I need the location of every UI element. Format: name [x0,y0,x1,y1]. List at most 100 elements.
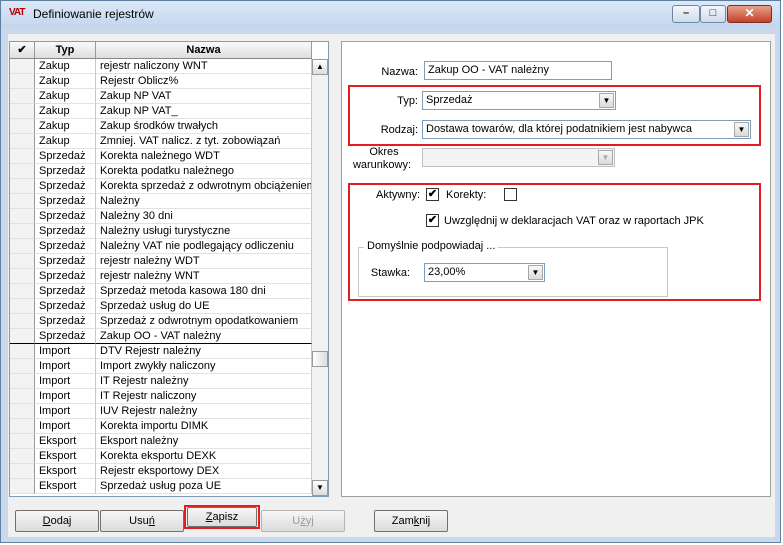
table-row[interactable]: Sprzedaż Należny [10,194,312,209]
row-check-cell[interactable] [10,284,35,299]
row-check-cell[interactable] [10,224,35,239]
table-row[interactable]: Eksport Rejestr eksportowy DEX [10,464,312,479]
row-check-cell[interactable] [10,164,35,179]
zamknij-button[interactable]: Zamknij [374,510,448,532]
row-check-cell[interactable] [10,104,35,119]
row-check-cell[interactable] [10,479,35,494]
row-check-cell[interactable] [10,254,35,269]
registers-grid[interactable]: ✔ Typ Nazwa Zakup rejestr naliczony WNT Za… [9,41,329,497]
row-check-cell[interactable] [10,119,35,134]
row-check-cell[interactable] [10,134,35,149]
stawka-select[interactable]: 23,00% ▼ [424,263,545,282]
row-check-cell[interactable] [10,209,35,224]
nazwa-cell: Sprzedaż metoda kasowa 180 dni [96,284,312,299]
close-window-button[interactable]: ✕ [727,5,772,23]
typ-cell: Sprzedaż [35,149,96,164]
row-check-cell[interactable] [10,389,35,404]
row-check-cell[interactable] [10,329,35,344]
typ-select[interactable]: Sprzedaż ▼ [422,91,616,110]
table-row[interactable]: Zakup rejestr naliczony WNT [10,59,312,74]
chevron-down-icon[interactable]: ▼ [599,93,614,108]
row-check-cell[interactable] [10,449,35,464]
table-row[interactable]: Import Import zwykły naliczony [10,359,312,374]
okres-label-line2: warunkowy: [352,159,412,171]
row-check-cell[interactable] [10,239,35,254]
dodaj-button[interactable]: Dodaj [15,510,99,532]
header-nazwa[interactable]: Nazwa [96,42,312,59]
scroll-down-button[interactable]: ▼ [312,480,328,496]
nazwa-input[interactable]: Zakup OO - VAT należny [424,61,612,80]
table-row[interactable]: Sprzedaż Należny usługi turystyczne [10,224,312,239]
table-row[interactable]: Sprzedaż Korekta sprzedaż z odwrotnym obc… [10,179,312,194]
table-row[interactable]: Sprzedaż Korekta należnego WDT [10,149,312,164]
table-row[interactable]: Zakup Zakup NP VAT_ [10,104,312,119]
table-row[interactable]: Import Korekta importu DIMK [10,419,312,434]
grid-scrollbar[interactable]: ▲ ▼ [312,59,328,496]
row-check-cell[interactable] [10,419,35,434]
table-row[interactable]: Zakup Rejestr Oblicz% [10,74,312,89]
row-check-cell[interactable] [10,89,35,104]
chevron-down-icon[interactable]: ▼ [734,122,749,137]
table-row-selected[interactable]: Sprzedaż Zakup OO - VAT należny [10,329,312,344]
table-row[interactable]: Import IT Rejestr naliczony [10,389,312,404]
rodzaj-select[interactable]: Dostawa towarów, dla której podatnikiem … [422,120,751,139]
table-row[interactable]: Sprzedaż Sprzedaż z odwrotnym opodatkowan… [10,314,312,329]
row-check-cell[interactable] [10,374,35,389]
zamknij-label-b: nij [419,515,431,527]
title-bar[interactable]: VAT Definiowanie rejestrów – □ ✕ [1,1,780,27]
table-row[interactable]: Sprzedaż rejestr należny WDT [10,254,312,269]
row-check-cell[interactable] [10,59,35,74]
check-icon: ✔ [427,188,438,200]
okres-warunkowy-select[interactable]: ▼ [422,148,615,167]
uzyj-button[interactable]: Użyj [261,510,345,532]
row-check-cell[interactable] [10,149,35,164]
header-typ[interactable]: Typ [35,42,96,59]
table-row[interactable]: Sprzedaż Sprzedaż usług do UE [10,299,312,314]
maximize-button[interactable]: □ [700,5,726,23]
minimize-button[interactable]: – [672,5,700,23]
chevron-down-icon[interactable]: ▼ [528,265,543,280]
row-check-cell[interactable] [10,194,35,209]
table-row[interactable]: Sprzedaż Należny VAT nie podlegający odli… [10,239,312,254]
row-check-cell[interactable] [10,464,35,479]
row-check-cell[interactable] [10,344,35,359]
aktywny-checkbox[interactable]: ✔ [426,188,439,201]
row-check-cell[interactable] [10,314,35,329]
table-row[interactable]: Sprzedaż Należny 30 dni [10,209,312,224]
zapisz-button[interactable]: Zapisz [187,507,257,527]
table-row[interactable]: Eksport Eksport należny [10,434,312,449]
table-row[interactable]: Zakup Zakup środków trwałych [10,119,312,134]
scroll-thumb[interactable] [312,351,328,367]
table-row[interactable]: Zakup Zakup NP VAT [10,89,312,104]
uwzglednij-checkbox[interactable]: ✔ [426,214,439,227]
table-row[interactable]: Eksport Sprzedaż usług poza UE [10,479,312,494]
nazwa-cell: Korekta należnego WDT [96,149,312,164]
table-row[interactable]: Import DTV Rejestr należny [10,344,312,359]
row-check-cell[interactable] [10,269,35,284]
table-row[interactable]: Import IT Rejestr należny [10,374,312,389]
row-check-cell[interactable] [10,179,35,194]
table-row[interactable]: Sprzedaż Sprzedaż metoda kasowa 180 dni [10,284,312,299]
table-row[interactable]: Zakup Zmniej. VAT nalicz. z tyt. zobowiąz… [10,134,312,149]
vat-app-icon: VAT [9,7,25,18]
chevron-down-icon[interactable]: ▼ [598,150,613,165]
typ-cell: Sprzedaż [35,329,96,344]
usun-button[interactable]: Usuń [100,510,184,532]
row-check-cell[interactable] [10,359,35,374]
default-suggest-title: Domyślnie podpowiadaj ... [364,240,499,252]
korekty-checkbox[interactable] [504,188,517,201]
row-check-cell[interactable] [10,299,35,314]
row-check-cell[interactable] [10,434,35,449]
typ-cell: Zakup [35,89,96,104]
row-check-cell[interactable] [10,404,35,419]
scroll-up-button[interactable]: ▲ [312,59,328,75]
table-row[interactable]: Sprzedaż Korekta podatku należnego [10,164,312,179]
typ-cell: Eksport [35,449,96,464]
grid-header: ✔ Typ Nazwa [10,42,328,59]
header-check[interactable]: ✔ [10,42,35,59]
table-row[interactable]: Sprzedaż rejestr należny WNT [10,269,312,284]
row-check-cell[interactable] [10,74,35,89]
usun-accel: ń [148,515,155,527]
table-row[interactable]: Import IUV Rejestr należny [10,404,312,419]
table-row[interactable]: Eksport Korekta eksportu DEXK [10,449,312,464]
